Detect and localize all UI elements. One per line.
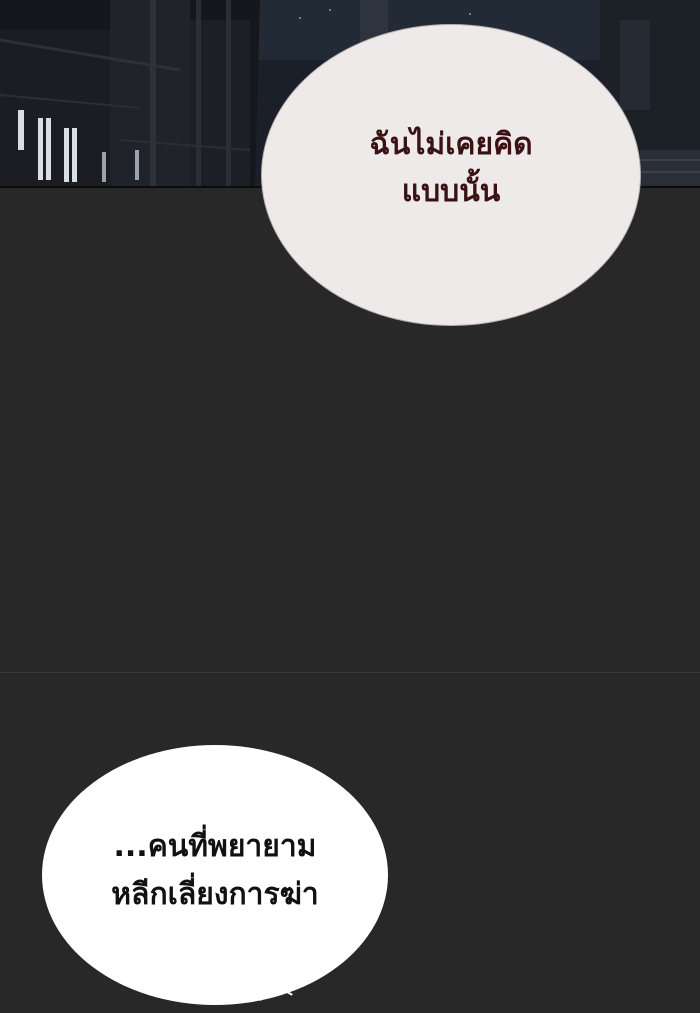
speech-line: แบบนั้น [401, 174, 501, 209]
speech-line: ฉันไม่เคยคิด [369, 127, 533, 162]
speech-line: ...คนที่พยายาม [113, 829, 317, 864]
speech-line: หลีกเลี่ยงการฆ่า [111, 877, 319, 912]
speech-bubble-bottom: ...คนที่พยายาม หลีกเลี่ยงการฆ่า [42, 745, 388, 1005]
speech-bubble-top: ฉันไม่เคยคิด แบบนั้น [261, 24, 641, 326]
